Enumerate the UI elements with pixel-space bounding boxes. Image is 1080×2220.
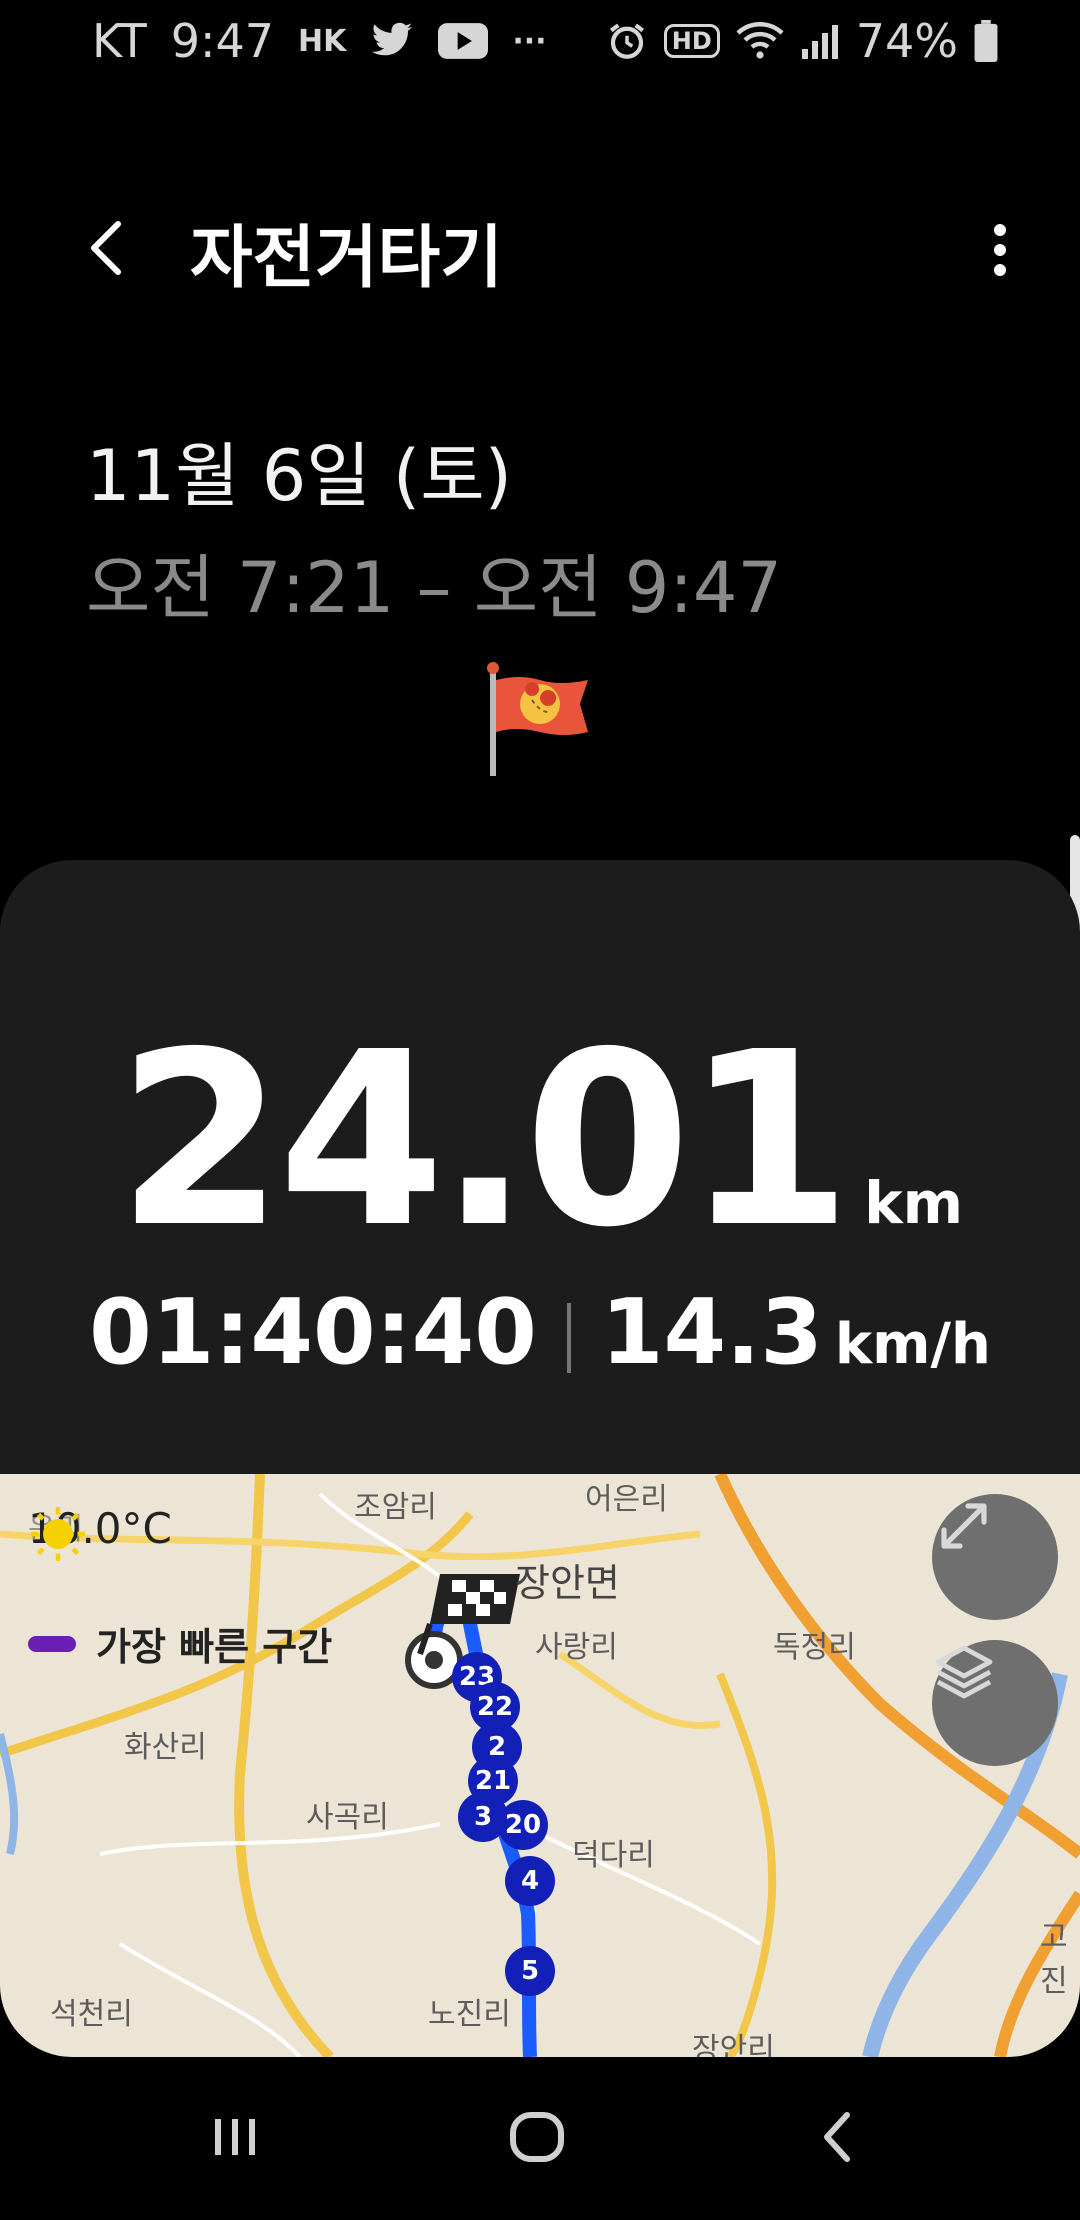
battery-icon	[974, 20, 998, 62]
system-nav-bar	[0, 2057, 1080, 2220]
recent-apps-button[interactable]	[180, 2092, 290, 2182]
distance-value: 24.01	[116, 1000, 852, 1280]
map-legend: 가장 빠른 구간	[28, 1616, 332, 1671]
status-left: KT 9:47 HK ···	[92, 14, 547, 68]
back-nav-button[interactable]	[784, 2092, 894, 2182]
home-icon	[510, 2112, 564, 2162]
legend-label: 가장 빠른 구간	[96, 1625, 333, 1669]
status-bar: KT 9:47 HK ··· HD 74%	[0, 0, 1080, 84]
stats-row: 01:40:40 14.3 km/h	[0, 1280, 1080, 1385]
more-options-button[interactable]	[960, 210, 1040, 290]
stat-divider	[566, 1303, 571, 1374]
expand-icon	[941, 1503, 987, 1549]
carrier-label: KT	[92, 14, 147, 68]
hk-label: HK	[298, 23, 347, 59]
speed-unit: km/h	[834, 1312, 991, 1377]
clock: 9:47	[170, 14, 275, 68]
summary-card: 24.01 km 01:40:40 14.3 km/h 조암리 어은리 장안면 …	[0, 860, 1080, 2057]
expand-map-button[interactable]	[932, 1494, 1058, 1620]
map-place-label: 조암리	[354, 1490, 437, 1525]
layers-icon	[935, 1645, 993, 1699]
duration-value: 01:40:40	[89, 1280, 537, 1385]
wifi-icon	[736, 22, 784, 59]
signal-icon	[801, 25, 838, 59]
weather-info: 10.0°C	[28, 1504, 172, 1561]
recent-apps-icon	[215, 2119, 255, 2155]
map-place-label: 장안면	[515, 1561, 620, 1605]
youtube-icon	[438, 23, 489, 59]
legend-swatch	[28, 1635, 76, 1652]
battery-percent: 74%	[855, 14, 958, 68]
route-map[interactable]: 조암리 어은리 장안면 사랑리 독정리 화산리 사곡리 덕다리 석천리 노진리 …	[0, 1474, 1080, 2057]
back-button[interactable]	[70, 208, 150, 288]
map-place-label: 노진리	[428, 1997, 511, 2032]
distance-unit: km	[864, 1169, 964, 1237]
alarm-icon	[609, 23, 644, 59]
map-place-label: 사곡리	[306, 1800, 389, 1835]
map-place-label: 화산리	[124, 1730, 207, 1765]
map-place-label: 장안리	[692, 2032, 775, 2057]
app-bar: 자전거타기	[0, 190, 1080, 300]
distance-row: 24.01 km	[0, 1000, 1080, 1280]
home-button[interactable]	[482, 2092, 592, 2182]
more-vert-icon	[994, 224, 1006, 276]
map-place-label: 덕다리	[572, 1838, 655, 1873]
speed-value: 14.3	[600, 1280, 823, 1385]
page-title: 자전거타기	[190, 219, 503, 298]
back-nav-icon	[824, 2112, 850, 2162]
twitter-icon	[372, 22, 413, 56]
route-marker[interactable]: 5	[505, 1946, 555, 1996]
flag-badge-icon	[480, 660, 600, 780]
map-place-label: 독정리	[773, 1630, 856, 1665]
map-layers-button[interactable]	[932, 1640, 1058, 1766]
workout-time-range: 오전 7:21 – 오전 9:47	[86, 547, 782, 629]
route-marker[interactable]: 4	[505, 1856, 555, 1906]
map-place-label: 고진	[1040, 1920, 1068, 1999]
workout-date: 11월 6일 (토)	[86, 435, 512, 517]
back-arrow-icon	[91, 221, 121, 275]
more-notifications: ···	[512, 23, 547, 59]
map-place-label: 사랑리	[535, 1630, 618, 1665]
sun-icon	[31, 1507, 85, 1561]
status-right: HD 74%	[606, 14, 998, 68]
map-place-label: 어은리	[585, 1482, 668, 1517]
hd-voice-badge: HD	[663, 24, 720, 58]
route-marker[interactable]: 20	[498, 1800, 548, 1850]
map-place-label: 석천리	[50, 1997, 133, 2032]
